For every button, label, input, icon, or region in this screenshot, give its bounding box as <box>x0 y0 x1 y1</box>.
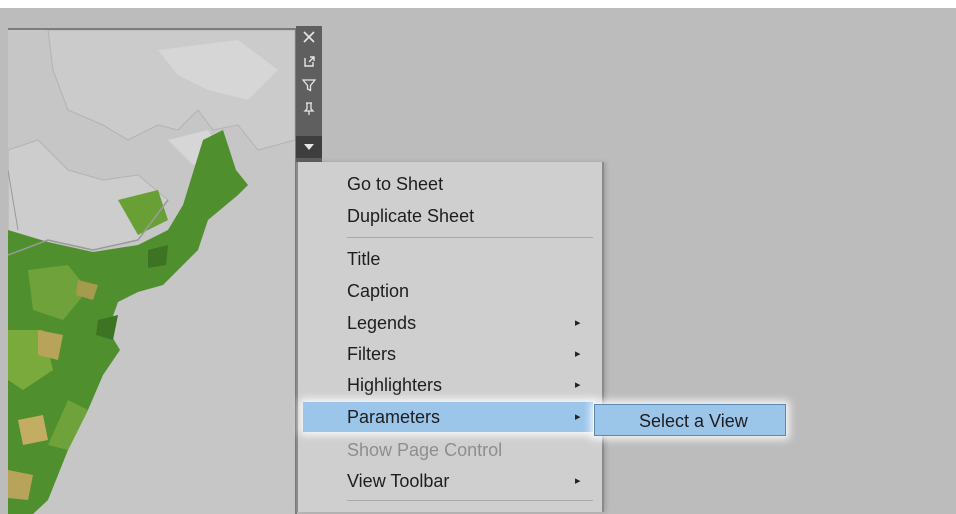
menu-separator <box>347 237 593 238</box>
pin-icon <box>303 102 315 115</box>
choropleth-map <box>8 30 295 514</box>
submenu-item-select-a-view[interactable]: Select a View <box>639 411 748 431</box>
filter-button[interactable] <box>296 74 322 96</box>
submenu-arrow-icon: ▸ <box>575 317 581 329</box>
pin-button[interactable] <box>296 98 322 120</box>
menu-item-label: Go to Sheet <box>347 174 444 194</box>
submenu-arrow-icon: ▸ <box>575 379 581 391</box>
menu-item-caption[interactable]: Caption <box>298 276 602 306</box>
popout-button[interactable] <box>296 50 322 72</box>
map-view[interactable] <box>8 28 297 514</box>
menu-item-filters[interactable]: Filters ▸ <box>298 339 602 369</box>
popout-icon <box>303 55 315 67</box>
close-button[interactable] <box>296 26 322 48</box>
menu-item-label: View Toolbar <box>347 471 450 491</box>
menu-item-label: Title <box>347 249 381 269</box>
menu-item-show-page-control[interactable]: Show Page Control <box>298 435 602 465</box>
menu-item-label: Show Page Control <box>347 440 503 460</box>
close-icon <box>303 31 315 43</box>
menu-item-title[interactable]: Title <box>298 244 602 274</box>
more-options-button[interactable] <box>296 136 322 158</box>
menu-item-label: Filters <box>347 344 396 364</box>
menu-item-parameters[interactable]: Parameters ▸ <box>303 402 593 432</box>
submenu-arrow-icon: ▸ <box>575 475 581 487</box>
sheet-toolbar <box>296 26 322 162</box>
menu-item-label: Caption <box>347 281 410 301</box>
menu-item-label: Duplicate Sheet <box>347 206 475 226</box>
menu-item-label: Parameters <box>347 407 441 427</box>
menu-item-label: Highlighters <box>347 375 443 395</box>
menu-separator <box>347 500 593 501</box>
menu-item-duplicate-sheet[interactable]: Duplicate Sheet <box>298 201 602 231</box>
menu-item-highlighters[interactable]: Highlighters ▸ <box>298 370 602 400</box>
menu-item-view-toolbar[interactable]: View Toolbar ▸ <box>298 466 602 496</box>
sheet-context-menu: Go to Sheet Duplicate Sheet Title Captio… <box>296 162 604 512</box>
submenu-arrow-icon: ▸ <box>575 348 581 360</box>
menu-item-label: Legends <box>347 313 417 333</box>
menu-item-legends[interactable]: Legends ▸ <box>298 308 602 338</box>
submenu-arrow-icon: ▸ <box>575 411 581 423</box>
dropdown-icon <box>304 144 314 150</box>
top-strip <box>0 0 956 8</box>
filter-icon <box>302 79 316 92</box>
parameters-submenu: Select a View <box>594 404 786 436</box>
menu-item-go-to-sheet[interactable]: Go to Sheet <box>298 169 602 199</box>
